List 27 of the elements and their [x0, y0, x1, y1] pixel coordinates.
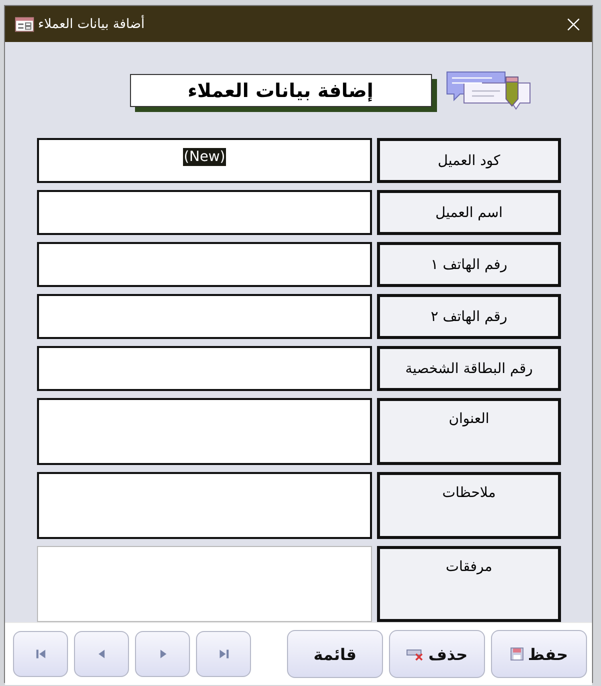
field-label: مرفقات: [377, 546, 561, 622]
attachment-field[interactable]: [37, 546, 372, 622]
close-icon[interactable]: [567, 18, 580, 30]
field-label: رقم البطاقة الشخصية: [377, 346, 561, 391]
input-field[interactable]: [37, 242, 372, 287]
field-label: ملاحظات: [377, 472, 561, 539]
input-field[interactable]: [37, 190, 372, 235]
delete-button[interactable]: حذف: [389, 630, 485, 678]
form-icon: [15, 16, 34, 32]
window-title: أضافة بيانات العملاء: [38, 16, 145, 32]
field-label: رقم الهاتف ٢: [377, 294, 561, 339]
field-label: كود العميل: [377, 138, 561, 183]
field-value: (New): [182, 148, 226, 166]
save-button[interactable]: حفظ: [491, 630, 587, 678]
field-label: رفم الهاتف ١: [377, 242, 561, 287]
field-label: العنوان: [377, 398, 561, 465]
list-button[interactable]: قائمة: [287, 630, 383, 678]
field-label: اسم العميل: [377, 190, 561, 235]
input-field[interactable]: [37, 398, 372, 465]
last-record-icon: [218, 648, 230, 660]
input-field[interactable]: [37, 294, 372, 339]
message-pencil-icon: [446, 69, 532, 111]
input-field[interactable]: [37, 346, 372, 391]
first-record-icon: [34, 648, 46, 660]
input-field[interactable]: [37, 472, 372, 539]
input-field[interactable]: (New): [37, 138, 372, 183]
delete-record-icon: [406, 647, 424, 661]
